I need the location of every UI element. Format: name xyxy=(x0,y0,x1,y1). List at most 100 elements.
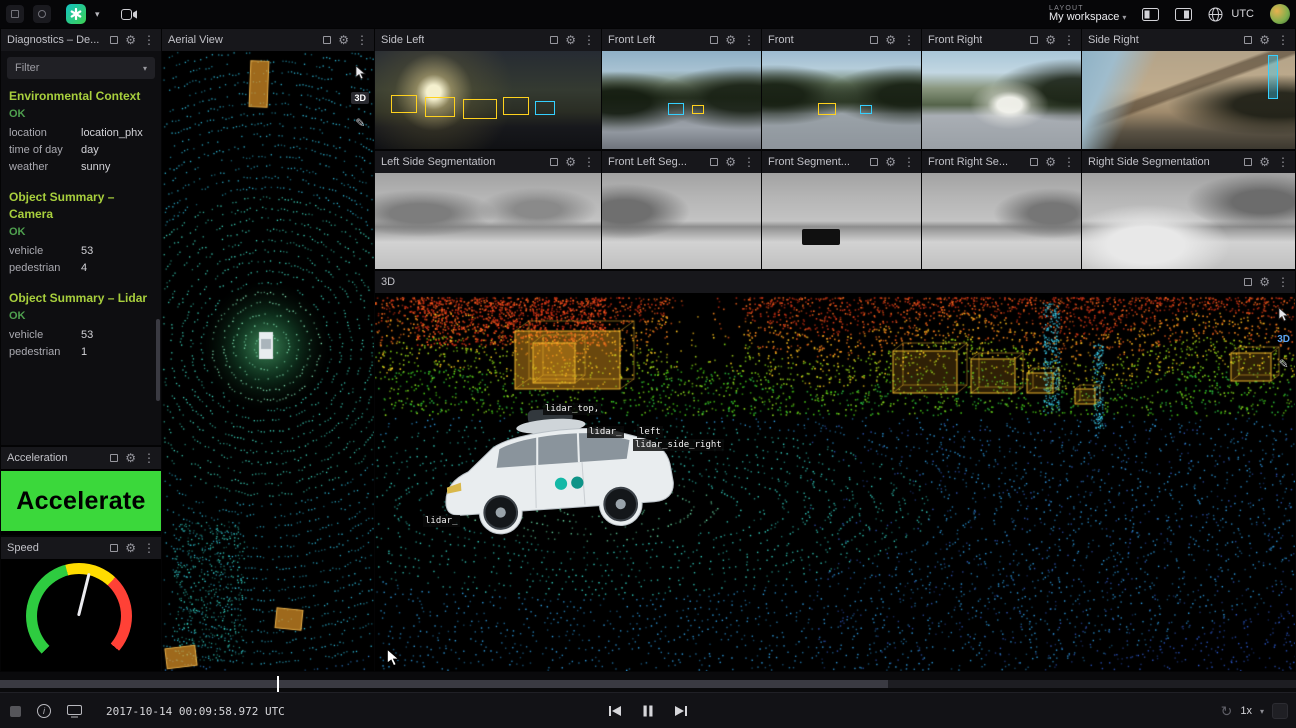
record-icon[interactable] xyxy=(10,706,21,717)
kebab-menu-icon[interactable]: ⋮ xyxy=(743,156,755,168)
gear-icon[interactable]: ⚙ xyxy=(885,34,896,46)
gear-icon[interactable]: ⚙ xyxy=(725,156,736,168)
kebab-menu-icon[interactable]: ⋮ xyxy=(1277,34,1289,46)
fullscreen-icon[interactable] xyxy=(870,36,878,44)
draw-tool-icon[interactable]: ✎ xyxy=(355,116,365,130)
layout-left-icon[interactable] xyxy=(1142,8,1159,21)
kebab-menu-icon[interactable]: ⋮ xyxy=(1277,156,1289,168)
fullscreen-icon[interactable] xyxy=(1030,158,1038,166)
diagnostic-row: pedestrian 1 xyxy=(9,344,153,361)
kebab-menu-icon[interactable]: ⋮ xyxy=(903,34,915,46)
camera-image-front-right[interactable] xyxy=(922,51,1081,149)
pointer-tool-icon[interactable] xyxy=(355,65,366,80)
segmentation-image-left-side[interactable] xyxy=(375,173,601,269)
kebab-menu-icon[interactable]: ⋮ xyxy=(583,34,595,46)
fullscreen-icon[interactable] xyxy=(870,158,878,166)
fullscreen-icon[interactable] xyxy=(1030,36,1038,44)
segmentation-image-front-right[interactable] xyxy=(922,173,1081,269)
screen-share-icon[interactable] xyxy=(121,8,138,21)
scrollbar-thumb[interactable] xyxy=(156,319,160,401)
fullscreen-icon[interactable] xyxy=(110,36,118,44)
playback-extra-icon[interactable] xyxy=(1272,703,1288,719)
section-heading[interactable]: Environmental Context xyxy=(9,88,153,104)
seek-forward-button[interactable] xyxy=(674,704,688,718)
user-avatar[interactable] xyxy=(1270,4,1290,24)
scrubber-playhead[interactable] xyxy=(277,676,279,692)
kebab-menu-icon[interactable]: ⋮ xyxy=(1063,156,1075,168)
aerial-view-canvas[interactable] xyxy=(162,51,374,671)
utc-label[interactable]: UTC xyxy=(1231,8,1254,20)
timezone-globe-icon[interactable] xyxy=(1208,7,1223,22)
gear-icon[interactable]: ⚙ xyxy=(1045,34,1056,46)
speed-body xyxy=(1,559,161,671)
gear-icon[interactable]: ⚙ xyxy=(725,34,736,46)
app-logo-icon[interactable] xyxy=(66,4,86,24)
gear-icon[interactable]: ⚙ xyxy=(1259,156,1270,168)
logo-caret-icon[interactable]: ▾ xyxy=(95,9,100,20)
fullscreen-icon[interactable] xyxy=(110,454,118,462)
diagnostics-panel: Diagnostics – De... ⚙ ⋮ Filter ▾ Environ… xyxy=(0,28,162,446)
camera-image-front[interactable] xyxy=(762,51,921,149)
gear-icon[interactable]: ⚙ xyxy=(1259,34,1270,46)
speed-caret-icon[interactable]: ▾ xyxy=(1260,707,1264,716)
draw-tool-icon[interactable]: ✎ xyxy=(1279,357,1289,371)
kebab-menu-icon[interactable]: ⋮ xyxy=(356,34,368,46)
segmentation-image-front-left[interactable] xyxy=(602,173,761,269)
app-icon-1[interactable] xyxy=(6,5,24,23)
gear-icon[interactable]: ⚙ xyxy=(338,34,349,46)
app-icon-2[interactable] xyxy=(33,5,51,23)
gear-icon[interactable]: ⚙ xyxy=(565,156,576,168)
kebab-menu-icon[interactable]: ⋮ xyxy=(143,542,155,554)
lidar-label-chip: lidar_ xyxy=(423,515,460,527)
workspace-name: My workspace xyxy=(1049,11,1119,23)
panel-title: Side Left xyxy=(381,34,424,46)
gear-icon[interactable]: ⚙ xyxy=(125,34,136,46)
ego-vehicle-model xyxy=(425,394,699,557)
camera-image-side-right[interactable] xyxy=(1082,51,1295,149)
fullscreen-icon[interactable] xyxy=(710,36,718,44)
kebab-menu-icon[interactable]: ⋮ xyxy=(143,452,155,464)
workspace-selector[interactable]: LAYOUT My workspace ▾ xyxy=(1049,5,1126,24)
gear-icon[interactable]: ⚙ xyxy=(885,156,896,168)
screen-icon[interactable] xyxy=(67,705,82,718)
detection-box xyxy=(503,97,529,115)
kebab-menu-icon[interactable]: ⋮ xyxy=(583,156,595,168)
lidar-label-chip: lidar_side_right xyxy=(633,439,724,451)
toggle-3d-button[interactable]: 3D xyxy=(1277,334,1290,345)
fullscreen-icon[interactable] xyxy=(550,158,558,166)
fullscreen-icon[interactable] xyxy=(1244,158,1252,166)
info-icon[interactable]: i xyxy=(37,704,51,718)
row-value: location_phx xyxy=(81,125,143,142)
gear-icon[interactable]: ⚙ xyxy=(125,452,136,464)
seek-backward-button[interactable] xyxy=(608,704,622,718)
segmentation-image-right-side[interactable] xyxy=(1082,173,1295,269)
playback-speed[interactable]: 1x xyxy=(1240,705,1252,717)
kebab-menu-icon[interactable]: ⋮ xyxy=(903,156,915,168)
gear-icon[interactable]: ⚙ xyxy=(1045,156,1056,168)
kebab-menu-icon[interactable]: ⋮ xyxy=(1063,34,1075,46)
kebab-menu-icon[interactable]: ⋮ xyxy=(1277,276,1289,288)
gear-icon[interactable]: ⚙ xyxy=(565,34,576,46)
layout-right-icon[interactable] xyxy=(1175,8,1192,21)
pause-button[interactable] xyxy=(642,704,654,718)
segmentation-image-front[interactable] xyxy=(762,173,921,269)
fullscreen-icon[interactable] xyxy=(550,36,558,44)
diagnostics-filter-select[interactable]: Filter ▾ xyxy=(7,57,155,79)
section-heading[interactable]: Object Summary – Camera xyxy=(9,189,153,221)
kebab-menu-icon[interactable]: ⋮ xyxy=(143,34,155,46)
camera-image-side-left[interactable] xyxy=(375,51,601,149)
fullscreen-icon[interactable] xyxy=(1244,36,1252,44)
camera-image-front-left[interactable] xyxy=(602,51,761,149)
fullscreen-icon[interactable] xyxy=(110,544,118,552)
loop-icon[interactable]: ↻ xyxy=(1221,703,1233,720)
scrubber-track[interactable] xyxy=(0,680,1296,688)
section-heading[interactable]: Object Summary – Lidar xyxy=(9,290,153,306)
fullscreen-icon[interactable] xyxy=(710,158,718,166)
fullscreen-icon[interactable] xyxy=(1244,278,1252,286)
kebab-menu-icon[interactable]: ⋮ xyxy=(743,34,755,46)
gear-icon[interactable]: ⚙ xyxy=(1259,276,1270,288)
gear-icon[interactable]: ⚙ xyxy=(125,542,136,554)
toggle-3d-button[interactable]: 3D xyxy=(351,92,369,104)
fullscreen-icon[interactable] xyxy=(323,36,331,44)
pointer-tool-icon[interactable] xyxy=(1278,307,1289,322)
